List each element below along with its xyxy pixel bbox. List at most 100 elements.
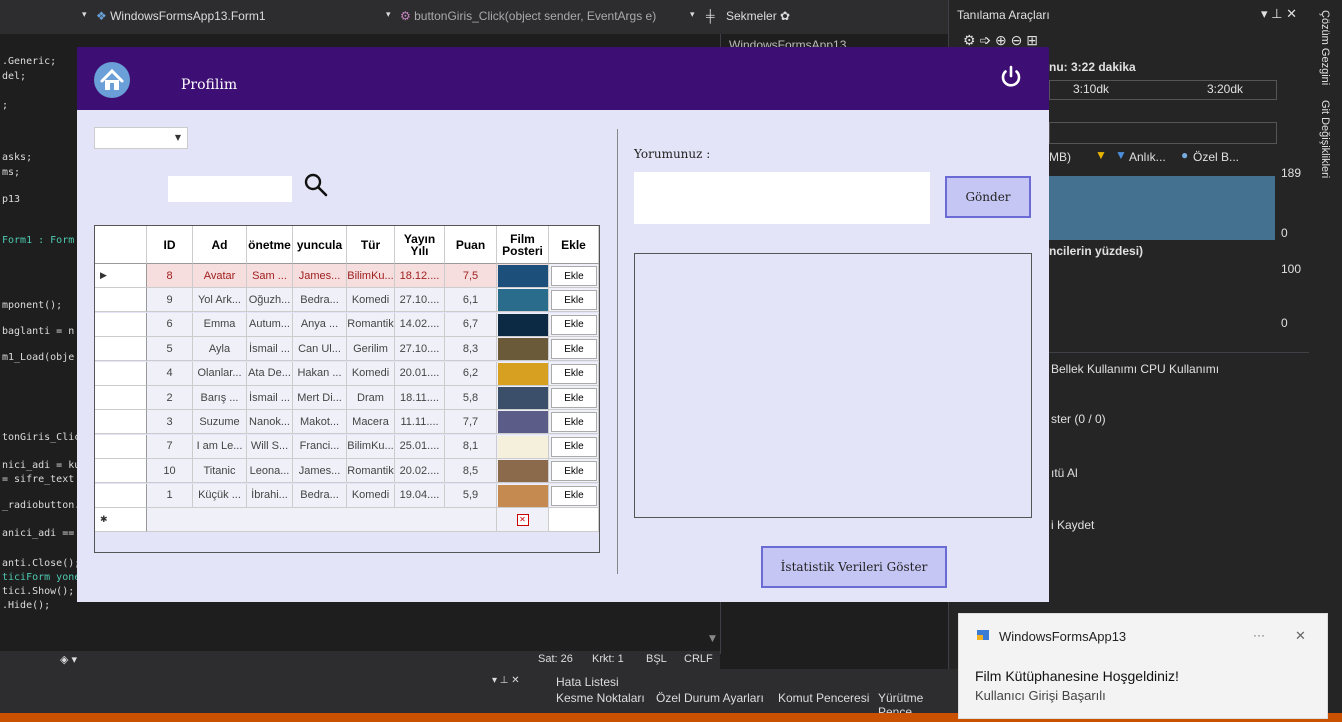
add-movie-button[interactable]: Ekle	[551, 485, 597, 506]
toast-notification[interactable]: WindowsFormsApp13 ··· ✕ Film Kütüphanesi…	[958, 613, 1328, 719]
cell-name[interactable]: Olanlar...	[193, 361, 247, 386]
tab-breakpoints[interactable]: Kesme Noktaları	[556, 691, 645, 705]
cell-year[interactable]: 25.01....	[395, 434, 445, 459]
cell-year[interactable]: 20.02....	[395, 459, 445, 484]
cell-poster[interactable]	[497, 483, 549, 508]
add-movie-button[interactable]: Ekle	[551, 266, 597, 286]
row-header[interactable]	[95, 361, 147, 386]
row-header[interactable]	[95, 288, 147, 313]
cell-name[interactable]: Titanic	[193, 459, 247, 484]
cell-poster[interactable]	[497, 459, 549, 484]
cell-rating[interactable]: 7,5	[445, 264, 497, 288]
cell-poster[interactable]	[497, 386, 549, 410]
cell-director[interactable]: İsmail ...	[247, 386, 293, 410]
cell-genre[interactable]: BilimKu...	[347, 434, 395, 459]
table-cell[interactable]: ✕	[497, 508, 549, 532]
add-movie-button[interactable]: Ekle	[551, 412, 597, 433]
cell-director[interactable]: Leona...	[247, 459, 293, 484]
cell-id[interactable]: 10	[147, 459, 193, 484]
cell-year[interactable]: 19.04....	[395, 483, 445, 508]
table-row[interactable]: 3 Suzume Nanok... Makot... Macera 11.11.... 7,…	[95, 410, 599, 435]
cell-director[interactable]: Will S...	[247, 434, 293, 459]
cell-year[interactable]: 18.12....	[395, 264, 445, 288]
row-header[interactable]	[95, 459, 147, 484]
table-row[interactable]: 9 Yol Ark... Oğuzh... Bedra... Komedi 27.10..…	[95, 288, 599, 313]
cell-name[interactable]: Yol Ark...	[193, 288, 247, 313]
table-row[interactable]: 7I am Le... Will S... Franci... BilimKu... 2…	[95, 434, 599, 459]
table-row[interactable]: ▶ 8 Avatar Sam ... James... BilimKu... 18.12..…	[95, 264, 599, 288]
cell-actors[interactable]: Bedra...	[293, 483, 347, 508]
cell-actors[interactable]: Makot...	[293, 410, 347, 435]
dropdown-arrow-icon[interactable]: ▾	[386, 9, 391, 20]
events-filter[interactable]: ster (0 / 0)	[1051, 412, 1106, 426]
cell-actors[interactable]: Anya ...	[293, 312, 347, 337]
cell-id[interactable]: 3	[147, 410, 193, 435]
dropdown-arrow-icon[interactable]: ▾	[690, 9, 695, 20]
code-editor[interactable]: .Generic; del; ; asks; ms; p13 Form1 : F…	[0, 34, 80, 654]
current-row-arrow-icon[interactable]: ▶	[95, 264, 147, 288]
cell-id[interactable]: 5	[147, 337, 193, 362]
more-options-icon[interactable]: ···	[1253, 628, 1265, 642]
cell-rating[interactable]: 6,7	[445, 312, 497, 337]
cell-poster[interactable]	[497, 337, 549, 362]
row-header[interactable]	[95, 312, 147, 337]
movies-grid[interactable]: ID Ad önetme yuncula Tür Yayın Yılı Puan…	[94, 225, 600, 553]
cell-name[interactable]: Suzume	[193, 410, 247, 435]
cell-genre[interactable]: Dram	[347, 386, 395, 410]
cell-rating[interactable]: 8,3	[445, 337, 497, 362]
row-header[interactable]	[95, 483, 147, 508]
save-results[interactable]: i Kaydet	[1051, 518, 1094, 532]
add-movie-button[interactable]: Ekle	[551, 339, 597, 360]
add-movie-button[interactable]: Ekle	[551, 436, 597, 457]
cell-actors[interactable]: Can Ul...	[293, 337, 347, 362]
cell-director[interactable]: Oğuzh...	[247, 288, 293, 313]
cell-actors[interactable]: Bedra...	[293, 288, 347, 313]
cell-poster[interactable]	[497, 264, 549, 288]
cell-rating[interactable]: 8,1	[445, 434, 497, 459]
take-snapshot[interactable]: ıtü Al	[1051, 466, 1078, 480]
cell-name[interactable]: I am Le...	[193, 434, 247, 459]
cell-rating[interactable]: 8,5	[445, 459, 497, 484]
cell-genre[interactable]: Gerilim	[347, 337, 395, 362]
cell-genre[interactable]: Komedi	[347, 288, 395, 313]
cell-rating[interactable]: 6,2	[445, 361, 497, 386]
cell-year[interactable]: 14.02....	[395, 312, 445, 337]
table-row[interactable]: 5 Ayla İsmail ... Can Ul... Gerilim 27.10....…	[95, 337, 599, 362]
show-statistics-button[interactable]: İstatistik Verileri Göster	[761, 546, 947, 588]
filter-combobox[interactable]: ▼	[94, 127, 188, 149]
search-button[interactable]	[303, 172, 329, 198]
table-row[interactable]: 4 Olanlar... Ata De... Hakan ... Komedi 20.01…	[95, 361, 599, 386]
cell-poster[interactable]	[497, 410, 549, 435]
cell-year[interactable]: 20.01....	[395, 361, 445, 386]
cell-name[interactable]: Barış ...	[193, 386, 247, 410]
cell-poster[interactable]	[497, 434, 549, 459]
cell-year[interactable]: 27.10....	[395, 288, 445, 313]
pane-controls[interactable]: ▾ ⊥ ✕	[1261, 6, 1297, 22]
cell-rating[interactable]: 6,1	[445, 288, 497, 313]
cell-id[interactable]: 6	[147, 312, 193, 337]
column-header-add[interactable]: Ekle	[549, 226, 599, 264]
add-movie-button[interactable]: Ekle	[551, 290, 597, 311]
table-row[interactable]: 10 Titanic Leona... James... Romantik 20.02..…	[95, 459, 599, 484]
column-header-genre[interactable]: Tür	[347, 226, 395, 264]
column-header-name[interactable]: Ad	[193, 226, 247, 264]
new-row[interactable]: ✱ ✕	[95, 508, 599, 532]
add-movie-button[interactable]: Ekle	[551, 363, 597, 384]
cell-rating[interactable]: 5,9	[445, 483, 497, 508]
cell-genre[interactable]: Macera	[347, 410, 395, 435]
cell-actors[interactable]: Hakan ...	[293, 361, 347, 386]
cell-id[interactable]: 2	[147, 386, 193, 410]
cell-director[interactable]: İsmail ...	[247, 337, 293, 362]
home-button[interactable]	[94, 62, 130, 98]
cell-year[interactable]: 18.11....	[395, 386, 445, 410]
row-header[interactable]	[95, 337, 147, 362]
logout-button[interactable]	[999, 65, 1023, 89]
tabs-header[interactable]: Sekmeler ✿	[726, 9, 790, 23]
tab-command-window[interactable]: Komut Penceresi	[778, 691, 869, 705]
cell-id[interactable]: 8	[147, 264, 193, 288]
table-row[interactable]: 1 Küçük ... İbrahi... Bedra... Komedi 19.04..…	[95, 483, 599, 508]
cell-name[interactable]: Küçük ...	[193, 483, 247, 508]
add-movie-button[interactable]: Ekle	[551, 388, 597, 408]
cell-director[interactable]: Nanok...	[247, 410, 293, 435]
add-movie-button[interactable]: Ekle	[551, 314, 597, 335]
